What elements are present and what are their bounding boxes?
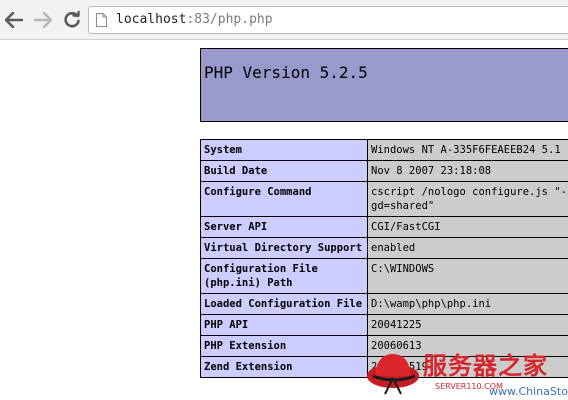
row-label: System [200,139,368,161]
url-path: :83/php.php [186,12,273,27]
table-row: Configuration File (php.ini) Path C:\WIND… [200,258,568,294]
row-value: C:\WINDOWS [367,258,568,294]
url-text: localhost:83/php.php [116,12,273,27]
back-arrow-icon [5,12,23,28]
table-row: Server API CGI/FastCGI [200,216,568,238]
table-row: Build Date Nov 8 2007 23:18:08 [200,160,568,182]
back-button[interactable] [4,9,24,31]
row-value: enabled [367,237,568,259]
browser-toolbar: localhost:83/php.php [0,0,568,40]
row-label: Loaded Configuration File [200,293,368,315]
row-value: Windows NT A-335F6FEAEEB24 5.1 bu [367,139,568,161]
row-value: 20041225 [367,314,568,336]
table-row: Configure Command cscript /nologo configu… [200,181,568,217]
table-row: System Windows NT A-335F6FEAEEB24 5.1 bu [200,139,568,161]
watermark-logo: 服务器之家 SERVER110.COM www.ChinaStor.com [365,344,568,400]
table-row: PHP API 20041225 [200,314,568,336]
page-icon [96,13,107,27]
watermark-brand: 服务器之家 [423,352,548,380]
forward-arrow-icon [34,12,52,28]
reload-button[interactable] [62,9,82,31]
row-label: Configure Command [200,181,368,217]
row-label: PHP API [200,314,368,336]
php-version-header: PHP Version 5.2.5 [200,48,568,122]
row-label: PHP Extension [200,335,368,357]
forward-button[interactable] [33,9,53,31]
red-hat-logo-icon [367,354,419,395]
row-label: Build Date [200,160,368,182]
table-row: Virtual Directory Support enabled [200,237,568,259]
row-label: Configuration File (php.ini) Path [200,258,368,294]
row-label: Zend Extension [200,356,368,378]
row-label: Server API [200,216,368,238]
reload-icon [64,11,80,28]
url-host: localhost [116,12,187,27]
page-content: PHP Version 5.2.5 System Windows NT A-335… [0,41,568,400]
php-version-title: PHP Version 5.2.5 [204,63,368,82]
table-row: Loaded Configuration File D:\wamp\php\php… [200,293,568,315]
row-value: cscript /nologo configure.js "--e gd=sha… [367,181,568,217]
php-info-table: System Windows NT A-335F6FEAEEB24 5.1 bu … [200,139,568,378]
row-value: D:\wamp\php\php.ini [367,293,568,315]
watermark-sub-right: www.ChinaStor.com [489,385,568,398]
address-bar[interactable]: localhost:83/php.php [88,6,568,34]
row-value: CGI/FastCGI [367,216,568,238]
row-value: Nov 8 2007 23:18:08 [367,160,568,182]
row-label: Virtual Directory Support [200,237,368,259]
